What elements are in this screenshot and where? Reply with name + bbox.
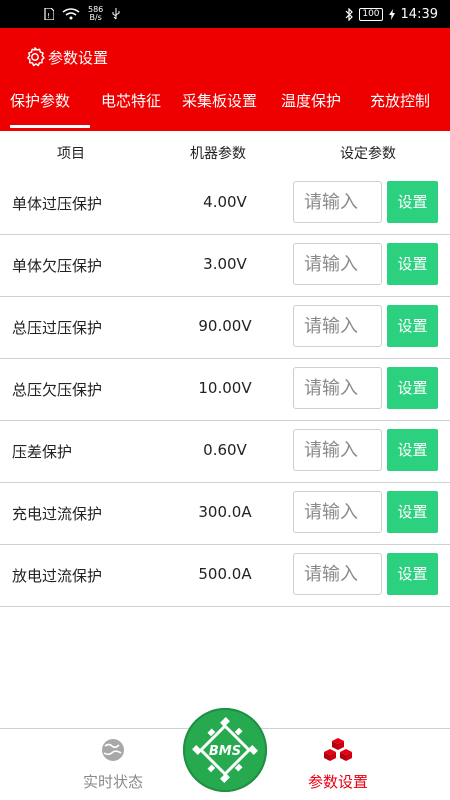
gear-icon (27, 47, 45, 67)
table-row: 总压欠压保护 10.00V 设置 (0, 359, 450, 421)
nav-realtime-label: 实时状态 (82, 773, 143, 791)
battery-indicator: 100 (359, 7, 383, 21)
tab-cell-features[interactable]: 电芯特征 (101, 90, 161, 111)
param-input[interactable] (293, 367, 382, 409)
clock: 14:39 (400, 6, 438, 22)
column-header-item: 项目 (57, 146, 85, 162)
status-bar-left: ! 586 B/s (44, 6, 121, 22)
param-name: 压差保护 (12, 443, 73, 461)
set-button[interactable]: 设置 (387, 305, 438, 347)
param-name: 充电过流保护 (12, 505, 103, 523)
bms-logo-text: BMS (209, 744, 241, 759)
param-value: 10.00V (198, 379, 252, 397)
param-input[interactable] (293, 305, 382, 347)
param-input[interactable] (293, 553, 382, 595)
column-header-set-params: 设定参数 (340, 146, 396, 162)
table-row: 单体过压保护 4.00V 设置 (0, 173, 450, 235)
bluetooth-icon (345, 7, 354, 21)
param-input[interactable] (293, 491, 382, 533)
status-bar-right: 100 14:39 (345, 7, 438, 22)
app-header: 参数设置 保护参数 电芯特征 采集板设置 温度保护 充放控制 (0, 28, 450, 131)
status-bar: ! 586 B/s 100 14:39 (0, 0, 450, 28)
nav-settings-label: 参数设置 (307, 773, 368, 791)
param-name: 单体欠压保护 (12, 257, 103, 275)
bms-chip-icon: BMS (183, 708, 267, 792)
set-button[interactable]: 设置 (387, 553, 438, 595)
network-speed: 586 B/s (88, 6, 103, 22)
sim-card-icon: ! (44, 8, 54, 20)
set-button[interactable]: 设置 (387, 429, 438, 471)
tab-protection-params[interactable]: 保护参数 (10, 90, 70, 111)
page-title-row: 参数设置 (24, 46, 108, 68)
active-tab-indicator (10, 125, 90, 128)
charging-icon (388, 8, 395, 20)
page-title: 参数设置 (48, 48, 109, 67)
param-value: 500.0A (198, 565, 252, 583)
nav-param-settings[interactable]: 参数设置 (278, 737, 398, 792)
globe-icon (102, 739, 124, 761)
tab-temperature-protection[interactable]: 温度保护 (281, 90, 341, 111)
param-value: 90.00V (198, 317, 252, 335)
table-row: 总压过压保护 90.00V 设置 (0, 297, 450, 359)
param-value: 300.0A (198, 503, 252, 521)
wifi-icon (62, 8, 80, 20)
cubes-icon (324, 738, 352, 761)
param-name: 总压过压保护 (12, 319, 103, 337)
usb-icon (112, 8, 120, 20)
column-header-machine-params: 机器参数 (190, 146, 246, 162)
svg-text:!: ! (47, 12, 50, 20)
param-value: 3.00V (203, 255, 247, 273)
table-row: 压差保护 0.60V 设置 (0, 421, 450, 483)
tab-charge-discharge-control[interactable]: 充放控制 (370, 90, 430, 111)
network-speed-unit: B/s (89, 13, 102, 22)
set-button[interactable]: 设置 (387, 181, 438, 223)
table-row: 放电过流保护 500.0A 设置 (0, 545, 450, 607)
param-name: 单体过压保护 (12, 195, 103, 213)
param-input[interactable] (293, 181, 382, 223)
bms-center-button[interactable]: BMS (183, 708, 267, 792)
tab-collector-settings[interactable]: 采集板设置 (182, 90, 257, 111)
param-name: 总压欠压保护 (12, 381, 103, 399)
nav-realtime-status[interactable]: 实时状态 (53, 737, 173, 792)
table-row: 充电过流保护 300.0A 设置 (0, 483, 450, 545)
param-value: 0.60V (203, 441, 247, 459)
set-button[interactable]: 设置 (387, 491, 438, 533)
table-row: 单体欠压保护 3.00V 设置 (0, 235, 450, 297)
param-input[interactable] (293, 429, 382, 471)
set-button[interactable]: 设置 (387, 367, 438, 409)
set-button[interactable]: 设置 (387, 243, 438, 285)
param-input[interactable] (293, 243, 382, 285)
table-header: 项目 机器参数 设定参数 (0, 131, 450, 173)
param-value: 4.00V (203, 193, 247, 211)
tab-bar: 保护参数 电芯特征 采集板设置 温度保护 充放控制 (0, 84, 450, 124)
param-name: 放电过流保护 (12, 567, 103, 585)
